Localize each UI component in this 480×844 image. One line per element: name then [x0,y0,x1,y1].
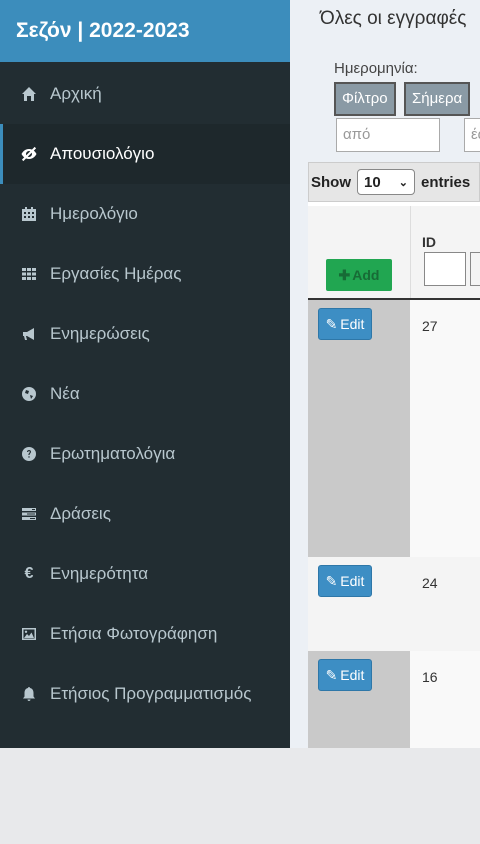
date-from-input[interactable]: από [336,118,440,152]
sidebar-item-payments[interactable]: € Ενημερότητα [0,544,290,604]
table-header: ✚ Add ID [308,206,480,300]
pencil-icon: ✎ [325,666,338,683]
sidebar: Σεζόν | 2022-2023 Αρχική Απουσιολόγιο Ημ… [0,0,290,748]
sidebar-item-label: Ετήσια Φωτογράφηση [50,624,218,643]
sidebar-item-label: Δράσεις [50,504,111,523]
question-circle-icon [20,445,38,463]
edit-button[interactable]: ✎ Edit [318,565,372,597]
main-content: Όλες οι εγγραφές Ημερομηνία: Φίλτρο Σήμε… [290,0,480,748]
edit-button-label: Edit [340,667,365,683]
calendar-icon [20,205,38,223]
bullhorn-icon [20,325,38,343]
sidebar-item-label: Ετήσιος Προγραμματισμός [50,684,252,703]
plus-icon: ✚ [338,266,351,283]
grid-icon [20,265,38,283]
sidebar-item-calendar[interactable]: Ημερολόγιο [0,184,290,244]
table-row: ✎ Edit 27 [308,300,480,557]
edit-button-label: Edit [340,573,365,589]
page-title: Όλες οι εγγραφές [320,8,467,29]
sidebar-item-questionnaires[interactable]: Ερωτηματολόγια [0,424,290,484]
date-filter-label: Ημερομηνία: [334,60,418,77]
row-id: 24 [422,575,438,591]
image-icon [20,625,38,643]
sidebar-item-updates[interactable]: Ενημερώσεις [0,304,290,364]
sidebar-item-absence-log[interactable]: Απουσιολόγιο [0,124,290,184]
sidebar-item-annual-photo[interactable]: Ετήσια Φωτογράφηση [0,604,290,664]
row-id: 16 [422,669,438,685]
entries-label: entries [421,173,471,191]
add-button-label: Add [352,267,380,283]
sidebar-item-label: Αρχική [50,84,102,103]
sidebar-item-label: Νέα [50,384,80,403]
globe-icon [20,385,38,403]
edit-button[interactable]: ✎ Edit [318,659,372,691]
entries-table: Show 10 ⌄ entries ✚ Add ID ✎ Edit 27 ✎ E… [308,162,480,748]
sidebar-item-news[interactable]: Νέα [0,364,290,424]
tasks-icon [20,505,38,523]
row-id: 27 [422,318,438,334]
id-filter-button[interactable] [470,252,480,286]
brand-title[interactable]: Σεζόν | 2022-2023 [0,0,290,62]
sidebar-item-label: Ενημερότητα [50,564,149,583]
sidebar-item-label: Απουσιολόγιο [50,144,155,163]
id-column-header[interactable]: ID [422,234,436,250]
sidebar-item-annual-planning[interactable]: Ετήσιος Προγραμματισμός [0,664,290,724]
sidebar-item-label: Ενημερώσεις [50,324,150,343]
id-cell [410,300,480,557]
id-cell [410,557,480,651]
page-length-control: Show 10 ⌄ entries [308,162,480,202]
edit-button[interactable]: ✎ Edit [318,308,372,340]
table-row: ✎ Edit 24 [308,557,480,651]
today-button[interactable]: Σήμερα [404,82,471,116]
add-button[interactable]: ✚ Add [326,259,392,291]
date-to-input[interactable]: έως [464,118,480,152]
page-length-value: 10 [364,173,381,191]
sidebar-item-home[interactable]: Αρχική [0,64,290,124]
id-cell [410,651,480,748]
show-label: Show [311,173,351,191]
pencil-icon: ✎ [325,572,338,589]
app-window: Σεζόν | 2022-2023 Αρχική Απουσιολόγιο Ημ… [0,0,480,748]
id-filter-input[interactable] [424,252,466,286]
pencil-icon: ✎ [325,315,338,332]
home-icon [20,85,38,103]
sidebar-item-label: Ερωτηματολόγια [50,444,176,463]
sidebar-item-label: Ημερολόγιο [50,204,138,223]
page-length-select[interactable]: 10 ⌄ [357,169,415,195]
table-row: ✎ Edit 16 [308,651,480,748]
eye-slash-icon [20,145,38,163]
sidebar-item-label: Εργασίες Ημέρας [50,264,182,283]
sidebar-item-actions[interactable]: Δράσεις [0,484,290,544]
euro-icon: € [24,565,34,582]
edit-button-label: Edit [340,316,365,332]
chevron-down-icon: ⌄ [398,176,408,189]
filter-button[interactable]: Φίλτρο [334,82,396,116]
bell-icon [20,685,38,703]
sidebar-item-daily-tasks[interactable]: Εργασίες Ημέρας [0,244,290,304]
